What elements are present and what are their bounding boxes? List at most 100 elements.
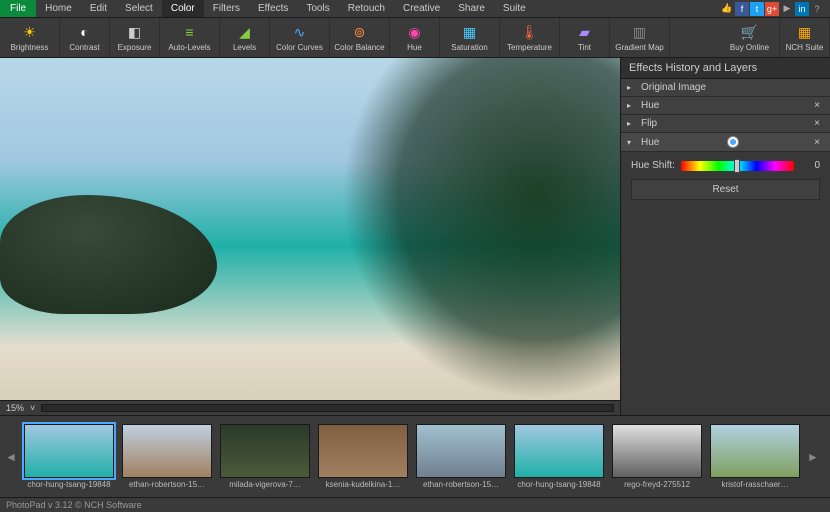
layer-label: Hue	[641, 137, 659, 148]
canvas-wrap: 15% ˅	[0, 58, 620, 415]
menu-retouch[interactable]: Retouch	[339, 0, 394, 17]
hue-controls: Hue Shift: 0 Reset	[621, 152, 830, 208]
menu-edit[interactable]: Edit	[81, 0, 116, 17]
color-curves-button[interactable]: ∿Color Curves	[270, 18, 330, 57]
layer-label: Hue	[641, 100, 659, 111]
status-text: PhotoPad v 3.12 © NCH Software	[6, 500, 142, 510]
layer-row-3[interactable]: ▾ Hue ×	[621, 133, 830, 152]
layer-label: Flip	[641, 118, 657, 129]
linkedin-icon[interactable]: in	[795, 2, 809, 16]
thumbnail-6[interactable]: ×rego-freyd-275512	[610, 424, 704, 489]
thumbnail-image	[122, 424, 212, 478]
buy-online-button-icon: 🛒	[741, 23, 759, 41]
thumbnail-0[interactable]: ×chor-hung-tsang-19848	[22, 424, 116, 489]
brightness-button-icon: ☀	[21, 23, 39, 41]
brightness-button-label: Brightness	[11, 43, 49, 52]
nch-suite-button-label: NCH Suite	[786, 43, 824, 52]
layer-close-button[interactable]: ×	[810, 118, 824, 129]
nch-suite-button[interactable]: ▦NCH Suite	[780, 18, 830, 57]
thumbnail-1[interactable]: ×ethan-robertson-15…	[120, 424, 214, 489]
saturation-button-label: Saturation	[451, 43, 487, 52]
chevron-right-icon: ▸	[627, 83, 635, 92]
layer-close-button[interactable]: ×	[810, 137, 824, 148]
facebook-icon[interactable]: f	[735, 2, 749, 16]
thumbnail-label: ethan-robertson-15…	[416, 480, 506, 489]
color-balance-button[interactable]: ⊚Color Balance	[330, 18, 390, 57]
auto-levels-button-icon: ≡	[181, 23, 199, 41]
color-balance-button-label: Color Balance	[334, 43, 384, 52]
buy-online-button-label: Buy Online	[730, 43, 769, 52]
saturation-button[interactable]: ▦Saturation	[440, 18, 500, 57]
horizontal-scrollbar[interactable]	[41, 404, 614, 412]
layer-close-button[interactable]: ×	[810, 100, 824, 111]
thumbnail-strip: ◄ ×chor-hung-tsang-19848×ethan-robertson…	[0, 415, 830, 497]
brightness-button[interactable]: ☀ Brightness	[0, 18, 60, 57]
buy-online-button[interactable]: 🛒 Buy Online	[720, 18, 780, 57]
gradient-map-button-icon: ▥	[631, 23, 649, 41]
thumb-next-button[interactable]: ►	[806, 427, 820, 487]
thumbnail-label: kristof-rasschaer…	[710, 480, 800, 489]
auto-levels-button[interactable]: ≡Auto-Levels	[160, 18, 220, 57]
hue-slider-thumb[interactable]	[734, 159, 740, 173]
youtube-icon[interactable]: ▶	[780, 2, 794, 16]
contrast-button-label: Contrast	[69, 43, 99, 52]
app-root: File HomeEditSelectColorFiltersEffectsTo…	[0, 0, 830, 512]
thumbnail-image	[416, 424, 506, 478]
layer-row-1[interactable]: ▸Hue×	[621, 97, 830, 115]
menu-file[interactable]: File	[0, 0, 36, 17]
menu-home[interactable]: Home	[36, 0, 81, 17]
googleplus-icon[interactable]: g+	[765, 2, 779, 16]
thumbnail-label: ethan-robertson-15…	[122, 480, 212, 489]
levels-button[interactable]: ◢Levels	[220, 18, 270, 57]
zoom-level[interactable]: 15%	[6, 403, 24, 413]
tint-button-icon: ▰	[576, 23, 594, 41]
reset-button[interactable]: Reset	[631, 179, 820, 200]
thumb-prev-button[interactable]: ◄	[4, 427, 18, 487]
help-icon[interactable]: ?	[810, 2, 824, 16]
thumbnail-image	[220, 424, 310, 478]
menu-select[interactable]: Select	[116, 0, 162, 17]
hue-slider[interactable]	[681, 161, 794, 171]
exposure-button-label: Exposure	[118, 43, 152, 52]
menu-creative[interactable]: Creative	[394, 0, 449, 17]
thumbnail-7[interactable]: ×kristof-rasschaer…	[708, 424, 802, 489]
gradient-map-button-label: Gradient Map	[615, 43, 663, 52]
menu-effects[interactable]: Effects	[249, 0, 297, 17]
hue-shift-label: Hue Shift:	[631, 160, 675, 171]
twitter-icon[interactable]: t	[750, 2, 764, 16]
tint-button[interactable]: ▰ Tint	[560, 18, 610, 57]
menu-tools[interactable]: Tools	[297, 0, 338, 17]
contrast-button-icon: ◐	[76, 23, 94, 41]
layer-row-2[interactable]: ▸Flip×	[621, 115, 830, 133]
menu-suite[interactable]: Suite	[494, 0, 535, 17]
thumbnail-image	[710, 424, 800, 478]
hue-button-label: Hue	[407, 43, 422, 52]
thumbnail-2[interactable]: ×milada-vigerova-7…	[218, 424, 312, 489]
thumbnail-5[interactable]: ×chor-hung-tsang-19848	[512, 424, 606, 489]
canvas-image	[0, 58, 620, 400]
thumbnail-4[interactable]: ×ethan-robertson-15…	[414, 424, 508, 489]
zoom-chevron-icon[interactable]: ˅	[30, 403, 35, 413]
chevron-down-icon: ▾	[627, 138, 635, 147]
menu-share[interactable]: Share	[449, 0, 494, 17]
temperature-button-label: Temperature	[507, 43, 552, 52]
temperature-button[interactable]: 🌡Temperature	[500, 18, 560, 57]
hue-button[interactable]: ◉Hue	[390, 18, 440, 57]
ribbon-spacer	[670, 18, 720, 57]
social-icons: 👍 f t g+ ▶ in ?	[720, 0, 830, 17]
thumbnail-3[interactable]: ×ksenia-kudelkina-1…	[316, 424, 410, 489]
exposure-button[interactable]: ◧Exposure	[110, 18, 160, 57]
gradient-map-button[interactable]: ▥ Gradient Map	[610, 18, 670, 57]
menu-color[interactable]: Color	[162, 0, 204, 17]
thumbnail-label: milada-vigerova-7…	[220, 480, 310, 489]
layer-row-0[interactable]: ▸Original Image	[621, 79, 830, 97]
zoom-bar: 15% ˅	[0, 400, 620, 415]
like-icon[interactable]: 👍	[720, 2, 734, 16]
menu-filters[interactable]: Filters	[204, 0, 249, 17]
layer-eye-icon[interactable]	[727, 136, 739, 148]
thumbnail-image	[514, 424, 604, 478]
color-curves-button-icon: ∿	[291, 23, 309, 41]
contrast-button[interactable]: ◐ Contrast	[60, 18, 110, 57]
canvas[interactable]	[0, 58, 620, 400]
tint-button-label: Tint	[578, 43, 591, 52]
